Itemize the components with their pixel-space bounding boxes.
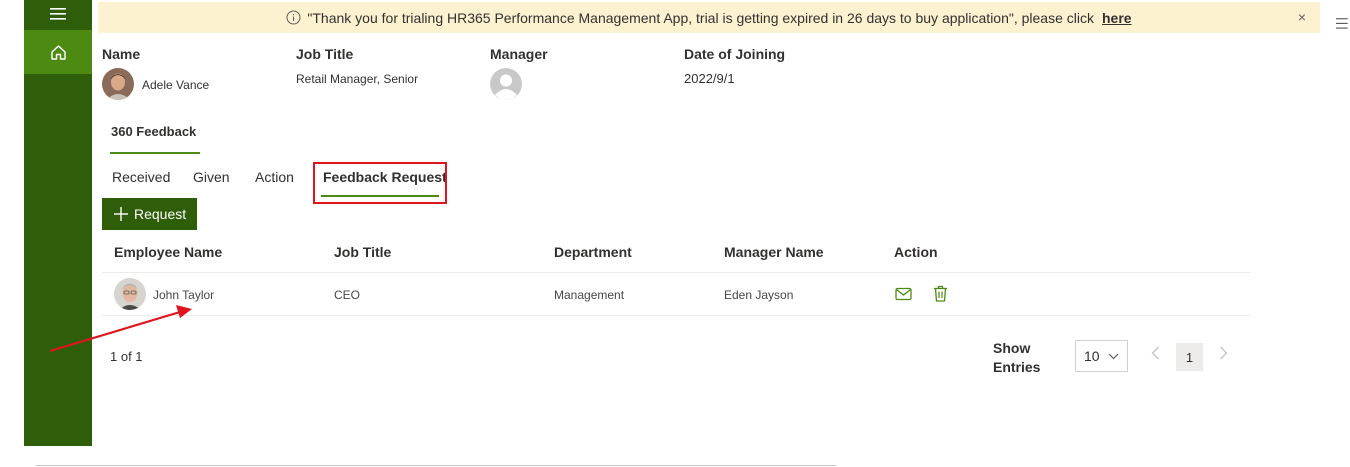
- subtab-given[interactable]: Given: [193, 169, 230, 185]
- next-page-button[interactable]: [1219, 346, 1228, 360]
- mail-icon: [895, 287, 912, 301]
- banner-link-here[interactable]: here: [1102, 10, 1132, 26]
- row-employee-avatar: [114, 278, 146, 310]
- annotation-arrow: [49, 305, 192, 353]
- col-header-action: Action: [894, 244, 938, 260]
- chevron-down-icon: [1108, 353, 1119, 359]
- date-of-joining-label: Date of Joining: [684, 46, 786, 62]
- banner-close-icon[interactable]: ×: [1298, 9, 1306, 25]
- date-of-joining-value: 2022/9/1: [684, 71, 735, 86]
- request-button-label: Request: [134, 206, 187, 222]
- col-header-department: Department: [554, 244, 632, 260]
- hamburger-icon: [50, 8, 66, 20]
- edge-hamburger-icon[interactable]: [1336, 16, 1350, 32]
- subtab-received[interactable]: Received: [112, 169, 170, 185]
- hamburger-menu-button[interactable]: [24, 0, 92, 28]
- tab-360-underline: [110, 152, 200, 154]
- annotation-highlight-box: [313, 162, 447, 204]
- row-job-title: CEO: [334, 288, 361, 302]
- row-department: Management: [554, 288, 625, 302]
- home-nav-button[interactable]: [24, 30, 92, 74]
- pagination-summary: 1 of 1: [110, 349, 143, 364]
- page-number-current[interactable]: 1: [1176, 343, 1203, 371]
- col-header-manager-name: Manager Name: [724, 244, 824, 260]
- row-employee-name: John Taylor: [153, 288, 215, 302]
- row-manager-name: Eden Jayson: [724, 288, 794, 302]
- row-divider: [102, 315, 1250, 316]
- manager-label: Manager: [490, 46, 548, 62]
- col-header-job-title: Job Title: [334, 244, 392, 260]
- bottom-divider: [36, 465, 836, 466]
- header-divider: [102, 272, 1250, 273]
- chevron-left-icon: [1151, 346, 1159, 360]
- trial-banner: "Thank you for trialing HR365 Performanc…: [98, 2, 1320, 33]
- name-value: Adele Vance: [142, 78, 210, 92]
- tab-360-feedback[interactable]: 360 Feedback: [111, 124, 196, 139]
- delete-request-button[interactable]: [933, 285, 948, 302]
- plus-icon: [114, 207, 128, 221]
- show-entries-label: Show Entries: [993, 340, 1041, 375]
- job-title-value: Retail Manager, Senior: [296, 72, 419, 86]
- employee-avatar: [102, 68, 134, 100]
- prev-page-button[interactable]: [1151, 346, 1160, 360]
- home-icon: [50, 44, 66, 60]
- page-size-value: 10: [1084, 348, 1100, 364]
- send-mail-button[interactable]: [895, 287, 912, 301]
- chevron-right-icon: [1220, 346, 1228, 360]
- banner-message: "Thank you for trialing HR365 Performanc…: [307, 9, 1094, 26]
- page-size-select[interactable]: 10: [1075, 340, 1128, 372]
- left-sidebar: [24, 0, 92, 446]
- request-button[interactable]: Request: [102, 198, 197, 230]
- job-title-label: Job Title: [296, 46, 354, 62]
- info-icon: [286, 10, 301, 25]
- manager-avatar-placeholder: [490, 68, 522, 100]
- col-header-employee-name: Employee Name: [114, 244, 223, 260]
- trash-icon: [934, 285, 947, 302]
- name-label: Name: [102, 46, 141, 62]
- subtab-action[interactable]: Action: [255, 169, 294, 185]
